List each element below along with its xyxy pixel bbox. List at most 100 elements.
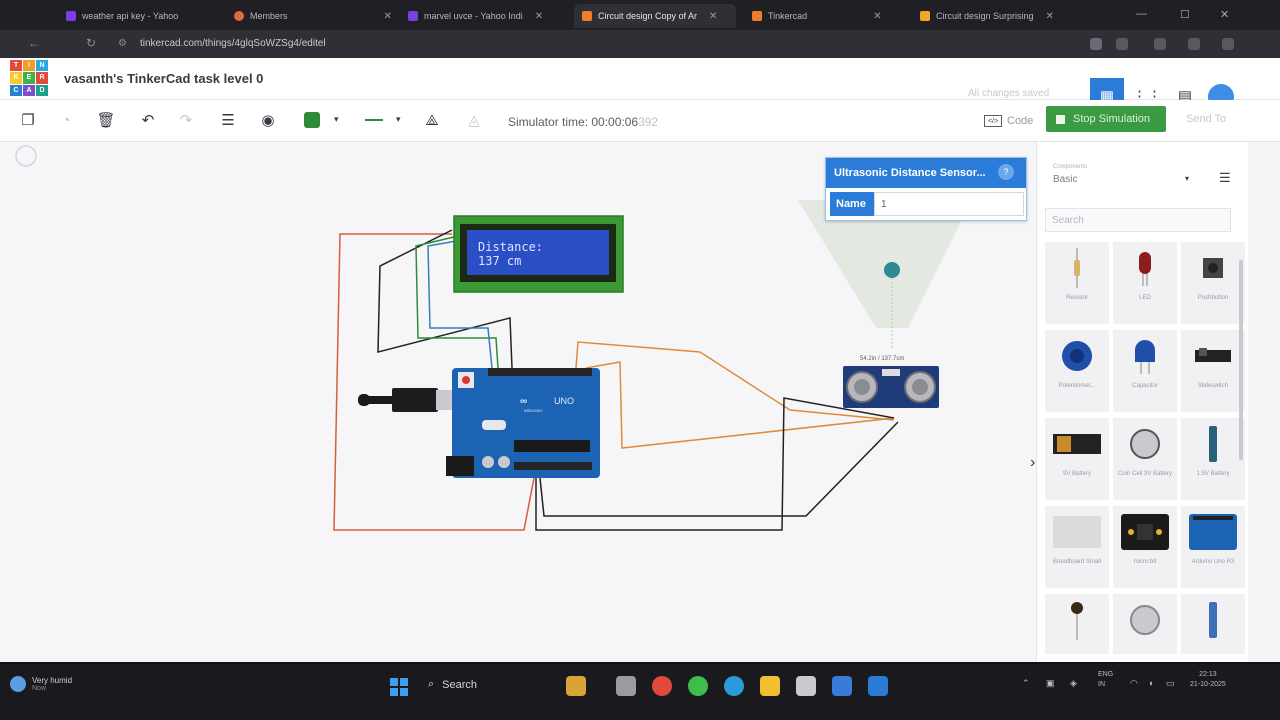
store-app-icon[interactable] — [796, 676, 816, 696]
chrome-app-icon[interactable] — [652, 676, 672, 696]
browser-tab[interactable]: marvel uvce - Yahoo Indi ✕ — [400, 4, 568, 28]
mirror-icon[interactable]: ◬ — [462, 108, 486, 132]
chevron-down-icon[interactable]: ▾ — [334, 114, 339, 125]
stop-simulation-button[interactable]: Stop Simulation — [1046, 106, 1166, 132]
file-explorer-app-icon[interactable] — [760, 676, 780, 696]
flip-icon[interactable]: ⟁ — [420, 108, 444, 132]
url-field[interactable]: tinkercad.com/things/4glqSoWZSg4/editel — [140, 38, 326, 49]
component-label: micro:bit — [1133, 559, 1157, 565]
logo-letter: A — [23, 84, 35, 96]
lcd-line-2: 137 cm — [478, 254, 521, 268]
browser-tab[interactable]: weather api key - Yahoo — [58, 4, 208, 28]
usb-cable — [368, 396, 392, 404]
whatsapp-app-icon[interactable] — [688, 676, 708, 696]
notes-visibility-icon[interactable]: ◉ — [256, 108, 280, 132]
logo-letter: I — [23, 60, 35, 72]
volume-icon[interactable]: ◖ — [1148, 678, 1153, 688]
wire-type-button[interactable] — [362, 108, 386, 132]
category-select[interactable]: Basic — [1053, 174, 1077, 185]
delete-icon[interactable]: 🗑 — [94, 108, 118, 132]
undo-icon[interactable]: ↶ — [136, 108, 160, 132]
collapse-panel-chevron-icon[interactable]: › — [1030, 454, 1035, 472]
reload-icon[interactable]: ↻ — [86, 36, 96, 50]
chevron-up-icon[interactable]: ⌃ — [1022, 678, 1030, 689]
project-title[interactable]: vasanth's TinkerCad task level 0 — [64, 71, 263, 86]
browser-tab[interactable]: Circuit design Surprising ✕ — [912, 4, 1062, 28]
bookmark-star-icon[interactable] — [1116, 38, 1128, 50]
mail-app-icon[interactable] — [832, 676, 852, 696]
component-potentiometer[interactable]: Potentiomet... — [1045, 330, 1109, 412]
send-to-button[interactable]: Send To — [1186, 113, 1226, 125]
close-tab-icon[interactable]: ✕ — [873, 11, 881, 22]
list-view-icon[interactable]: ☰ — [1219, 170, 1231, 186]
tray-network-icon[interactable]: ◈ — [1070, 678, 1077, 689]
browser-tab[interactable]: Tinkercad ✕ — [744, 4, 904, 28]
wifi-icon[interactable]: ◠ — [1130, 678, 1138, 689]
name-input[interactable]: 1 — [874, 192, 1024, 216]
windows-start-icon[interactable] — [390, 678, 408, 696]
component-led[interactable]: LED — [1113, 242, 1177, 324]
arduino-uno-board[interactable] — [452, 368, 600, 478]
widgets-app-icon[interactable] — [566, 676, 586, 696]
vscode-app-icon[interactable] — [868, 676, 888, 696]
browser-tab[interactable]: Members ✕ — [226, 4, 392, 28]
component-slideswitch[interactable]: Slideswitch — [1181, 330, 1245, 412]
close-tab-icon[interactable]: ✕ — [535, 11, 543, 22]
back-icon[interactable]: ← — [28, 36, 40, 50]
panel-scrollbar[interactable] — [1239, 260, 1243, 460]
tinkercad-logo[interactable]: T I N K E R C A D — [10, 60, 48, 96]
logo-letter: R — [36, 72, 48, 84]
battery-icon[interactable]: ▭ — [1166, 678, 1175, 689]
code-button[interactable]: </> Code — [984, 110, 1033, 132]
site-info-icon[interactable]: ⚙ — [118, 38, 127, 49]
name-label: Name — [830, 192, 874, 216]
notes-icon[interactable]: ☰ — [216, 108, 240, 132]
component-aaa-battery[interactable] — [1181, 594, 1245, 654]
paste-icon[interactable]: ◔ — [54, 108, 78, 132]
redo-icon[interactable]: ↷ — [174, 108, 198, 132]
language-indicator[interactable]: ENG IN — [1098, 670, 1113, 690]
file-app-icon[interactable] — [616, 676, 636, 696]
profile-icon[interactable] — [1188, 38, 1200, 50]
slideswitch-icon — [1195, 330, 1231, 382]
maximize-icon[interactable]: ☐ — [1180, 8, 1190, 21]
component-label: Potentiomet... — [1058, 383, 1096, 389]
chevron-down-icon[interactable]: ▾ — [1185, 174, 1189, 183]
address-bar: ← ↻ ⚙ tinkercad.com/things/4glqSoWZSg4/e… — [0, 30, 1280, 58]
usb-plug[interactable] — [392, 388, 438, 412]
edge-app-icon[interactable] — [724, 676, 744, 696]
component-arduino-uno-r3[interactable]: Arduino Uno R3 — [1181, 506, 1245, 588]
component-breadboard-small[interactable]: Breadboard Small — [1045, 506, 1109, 588]
chevron-down-icon[interactable]: ▾ — [396, 114, 401, 125]
browser-tab-active[interactable]: Circuit design Copy of Ar ✕ — [574, 4, 736, 28]
close-tab-icon[interactable]: ✕ — [1046, 11, 1054, 22]
copy-icon[interactable]: ❐ — [16, 108, 40, 132]
component-vibration-motor[interactable] — [1113, 594, 1177, 654]
component-capacitor[interactable]: Capacitor — [1113, 330, 1177, 412]
close-tab-icon[interactable]: ✕ — [384, 11, 392, 22]
component-photoresistor[interactable] — [1045, 594, 1109, 654]
extension-icon[interactable] — [1090, 38, 1102, 50]
color-picker-button[interactable] — [300, 108, 324, 132]
minimize-icon[interactable]: — — [1136, 8, 1147, 20]
help-icon[interactable]: ? — [998, 164, 1014, 180]
zoom-fit-icon[interactable] — [15, 145, 37, 167]
category-caption: Components — [1053, 164, 1088, 170]
menu-icon[interactable] — [1222, 38, 1234, 50]
component-microbit[interactable]: micro:bit — [1113, 506, 1177, 588]
tray-app-icon[interactable]: ▣ — [1046, 678, 1055, 689]
target-object-handle[interactable] — [884, 262, 900, 278]
component-label: Pushbutton — [1197, 295, 1229, 301]
weather-widget[interactable]: Very humid Now — [10, 676, 72, 692]
taskbar-search[interactable]: ⌕ Search — [428, 678, 477, 691]
component-pushbutton[interactable]: Pushbutton — [1181, 242, 1245, 324]
close-tab-icon[interactable]: ✕ — [709, 11, 717, 22]
component-coin-cell[interactable]: Coin Cell 3V Battery — [1113, 418, 1177, 500]
component-9v-battery[interactable]: 9V Battery — [1045, 418, 1109, 500]
clock[interactable]: 22:13 21-10-2025 — [1190, 670, 1226, 690]
extensions-icon[interactable] — [1154, 38, 1166, 50]
component-1-5v-battery[interactable]: 1.5V Battery — [1181, 418, 1245, 500]
close-window-icon[interactable]: ✕ — [1220, 8, 1229, 21]
component-resistor[interactable]: Resistor — [1045, 242, 1109, 324]
component-search-input[interactable]: Search — [1045, 208, 1231, 232]
